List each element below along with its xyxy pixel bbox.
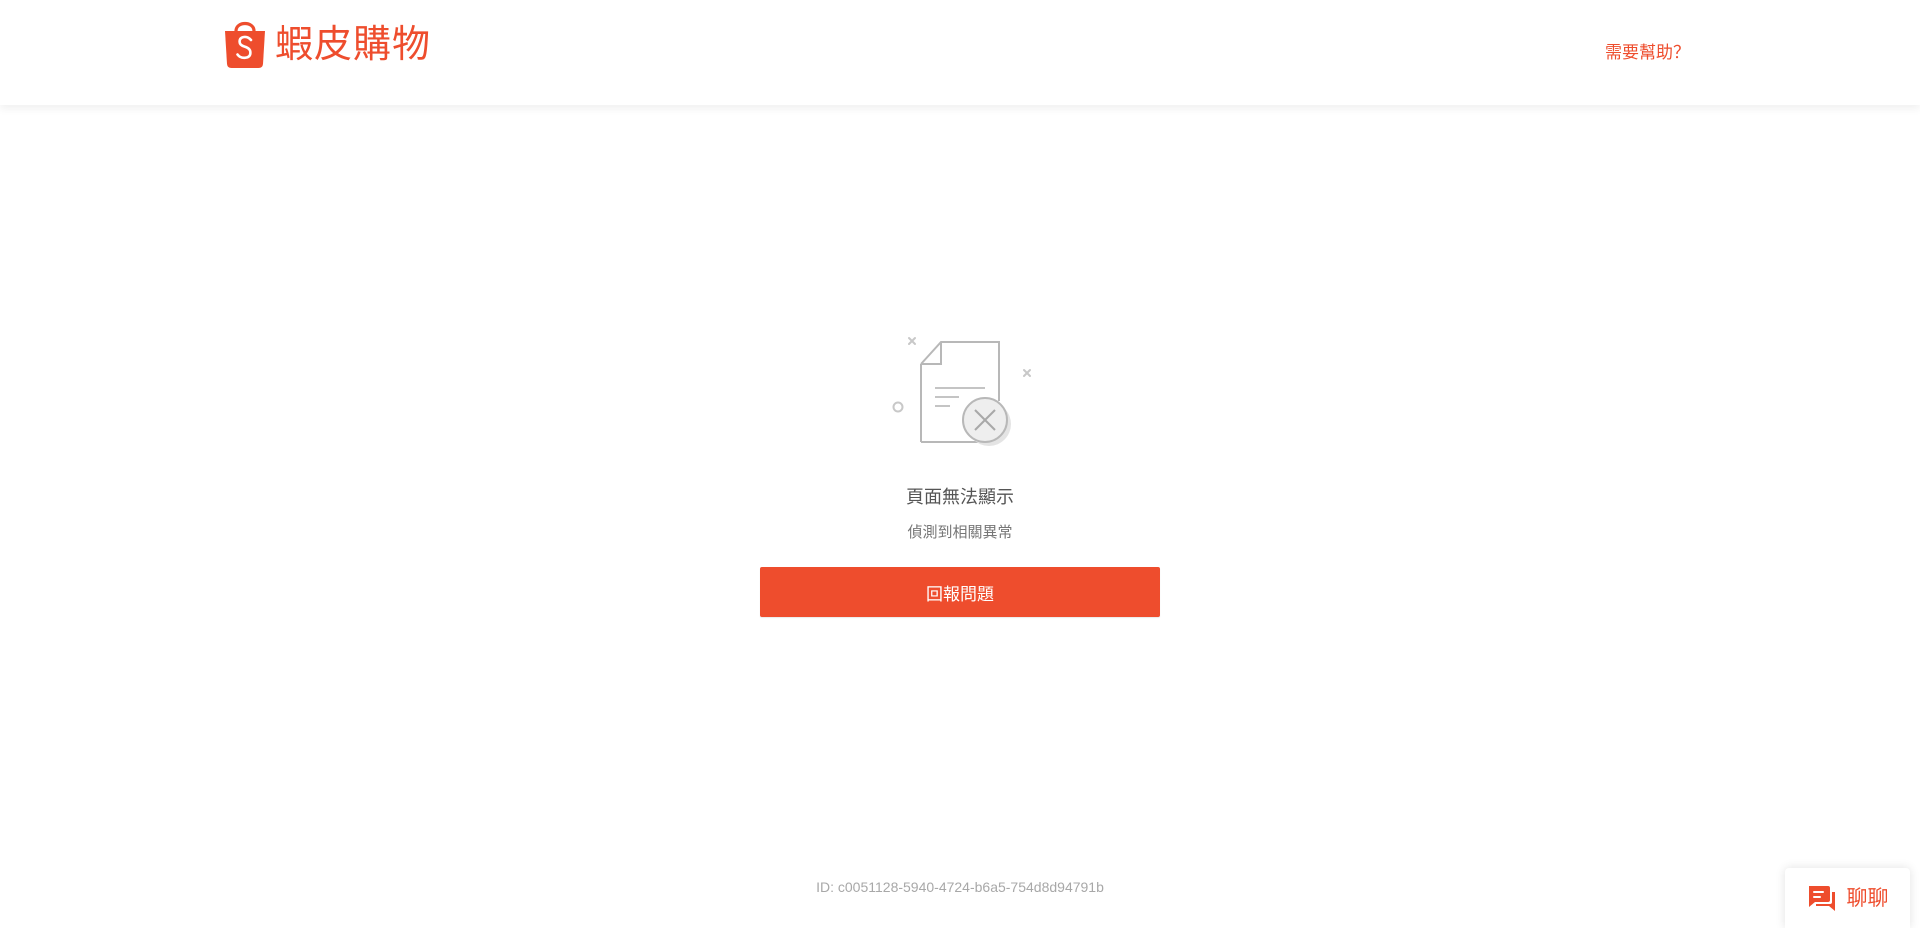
chat-bubble-icon [1808,886,1835,911]
chat-button[interactable]: 聊聊 [1785,868,1910,928]
error-title: 頁面無法顯示 [906,487,1014,508]
help-link[interactable]: 需要幫助？ [1605,38,1690,63]
error-page: 頁面無法顯示 偵測到相關異常 回報問題 ID: c0051128-5940-47… [0,105,1920,928]
report-problem-button[interactable]: 回報問題 [760,567,1160,617]
shopee-bag-icon [225,21,265,68]
brand-name: 蝦皮購物 [275,22,432,66]
document-error-icon [892,337,1031,446]
shopee-logo[interactable]: 蝦皮購物 [222,15,431,69]
error-id: ID: c0051128-5940-4724-b6a5-754d8d94791b [816,879,1104,895]
decorative-circle-icon [892,401,904,413]
error-subtitle: 偵測到相關異常 [907,523,1013,541]
chat-label: 聊聊 [1846,885,1889,910]
header: 蝦皮購物 需要幫助？ [0,0,1920,105]
